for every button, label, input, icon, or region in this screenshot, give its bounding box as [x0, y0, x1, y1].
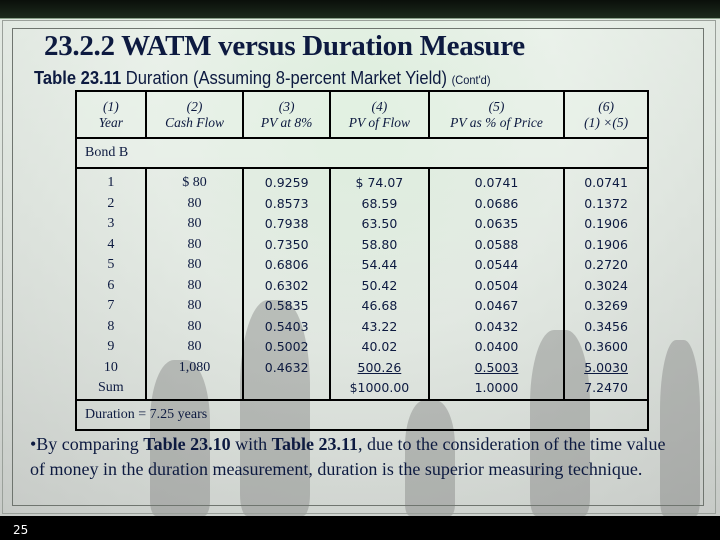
table-cell: 0.5835	[264, 298, 309, 313]
table-cell: 0.0741	[584, 175, 628, 190]
column-pv-factor: 0.9259 0.8573 0.7938 0.7350 0.6806 0.6302 0.58…	[242, 167, 332, 401]
table-cell: 1	[107, 175, 115, 190]
table-cell: 80	[187, 318, 202, 334]
table-cell: 0.3269	[584, 298, 628, 313]
duration-result: Duration = 7.25 years	[75, 398, 649, 431]
column-cash-flow: $ 80 80 80 80 80 80 80 80 80 1,080	[144, 167, 245, 401]
table-cell: 80	[187, 277, 202, 293]
column-year: 1 2 3 4 5 6 7 8 9 10 Sum	[75, 167, 147, 401]
table-cell: 2	[107, 195, 115, 211]
header-weighted: (6) (1) ×(5)	[563, 90, 649, 139]
bullet-text: •By comparing	[30, 434, 144, 454]
table-cell: 0.4632	[264, 359, 309, 375]
top-band	[0, 0, 720, 18]
table-cell: 0.1372	[584, 195, 628, 211]
table-cell: 4	[107, 236, 115, 252]
table-cell: 0.6806	[264, 257, 309, 272]
table-cell: 0.9259	[264, 175, 309, 190]
table-cell: 1.0000	[474, 380, 519, 395]
table-cell: Sum	[98, 380, 124, 395]
table-cell: 0.1906	[584, 236, 628, 252]
table-ref-23-11: Table 23.11	[271, 434, 359, 454]
page-number: 25	[13, 523, 29, 537]
section-label: Bond B	[75, 137, 649, 169]
table-cell: 0.0686	[474, 195, 519, 211]
table-cell: 80	[187, 216, 202, 231]
table-cell: 80	[187, 339, 202, 354]
table-cell: 80	[187, 195, 202, 211]
table-cell: 46.68	[361, 298, 398, 313]
table-cell: $ 80	[182, 175, 207, 190]
slide-title: 23.2.2 WATM versus Duration Measure	[44, 30, 525, 62]
table-cell: 54.44	[361, 257, 398, 272]
table-cell: 80	[187, 257, 202, 272]
table-cell: 10	[103, 359, 118, 375]
header-pv-of-flow: (4) PV of Flow	[329, 90, 430, 139]
duration-row: Duration = 7.25 years	[75, 398, 649, 431]
table-caption-contd: (Cont'd)	[451, 73, 491, 87]
table-cell: 0.0467	[474, 298, 519, 313]
section-row: Bond B	[75, 137, 649, 169]
table-cell: 0.0504	[474, 277, 519, 293]
data-row: 1 2 3 4 5 6 7 8 9 10 Sum $ 80 80 80 80 80 80 80 80 80 1,080…	[75, 167, 649, 401]
table-caption: Table 23.11 Duration (Assuming 8-percent…	[34, 68, 491, 89]
table-cell: 43.22	[361, 318, 398, 334]
table-cell: 80	[187, 298, 202, 313]
table-cell: 0.7938	[264, 216, 309, 231]
table-cell: 8	[107, 318, 115, 334]
table-cell: 6	[107, 277, 115, 293]
table-cell: 0.5002	[264, 339, 309, 354]
table-cell: 0.0400	[474, 339, 519, 354]
table-cell: 0.6302	[264, 277, 309, 293]
table-cell: 0.3600	[584, 339, 628, 354]
table-cell: 0.0544	[474, 257, 519, 272]
table-cell: 0.1906	[584, 216, 628, 231]
table-cell: 58.80	[361, 236, 398, 252]
table-cell: 68.59	[361, 195, 398, 211]
table-cell: 5	[107, 257, 115, 272]
table-cell: 0.0588	[474, 236, 519, 252]
table-cell: 50.42	[361, 277, 398, 293]
table-cell: 0.5003	[474, 359, 519, 375]
table-cell: 40.02	[361, 339, 398, 354]
table-cell: 80	[187, 236, 202, 252]
bullet-text: with	[230, 434, 272, 454]
table-cell: 0.0741	[474, 175, 519, 190]
table-cell: 9	[107, 339, 115, 354]
table-header-row: (1) Year (2) Cash Flow (3) PV at 8% (4) PV o…	[75, 90, 649, 139]
bottom-band	[0, 516, 720, 540]
table-cell: 1,080	[178, 359, 211, 375]
table-cell: 3	[107, 216, 115, 231]
header-cash-flow: (2) Cash Flow	[144, 90, 245, 139]
table-ref-23-10: Table 23.10	[143, 434, 231, 454]
table-cell: 63.50	[361, 216, 398, 231]
table-cell: $ 74.07	[355, 175, 404, 190]
table-cell: $1000.00	[349, 380, 410, 395]
table-cell: 0.0635	[474, 216, 519, 231]
header-year: (1) Year	[75, 90, 147, 139]
table-cell: 7	[107, 298, 115, 313]
table-cell: 0.3024	[584, 277, 628, 293]
duration-table: (1) Year (2) Cash Flow (3) PV at 8% (4) PV o…	[75, 90, 649, 431]
table-cell: 0.5403	[264, 318, 309, 334]
header-pv-pct-price: (5) PV as % of Price	[427, 90, 566, 139]
table-cell: 0.0432	[474, 318, 519, 334]
table-cell: 0.8573	[264, 195, 309, 211]
table-cell: 7.2470	[584, 380, 628, 395]
table-cell: 0.2720	[584, 257, 628, 272]
header-pv-factor: (3) PV at 8%	[242, 90, 332, 139]
table-cell: 0.7350	[264, 236, 309, 252]
column-pv-pct-price: 0.0741 0.0686 0.0635 0.0588 0.0544 0.0504 0.04…	[427, 167, 566, 401]
column-weighted: 0.0741 0.1372 0.1906 0.1906 0.2720 0.3024 0.32…	[563, 167, 649, 401]
table-cell: 500.26	[357, 359, 402, 375]
table-cell: 0.3456	[584, 318, 628, 334]
conclusion-bullet: •By comparing Table 23.10 with Table 23.…	[30, 432, 670, 482]
table-caption-text: Duration (Assuming 8-percent Market Yiel…	[121, 68, 452, 88]
table-caption-number: Table 23.11	[34, 68, 122, 88]
table-cell: 5.0030	[584, 359, 628, 375]
column-pv-of-flow: $ 74.07 68.59 63.50 58.80 54.44 50.42 46.68 43.…	[329, 167, 430, 401]
